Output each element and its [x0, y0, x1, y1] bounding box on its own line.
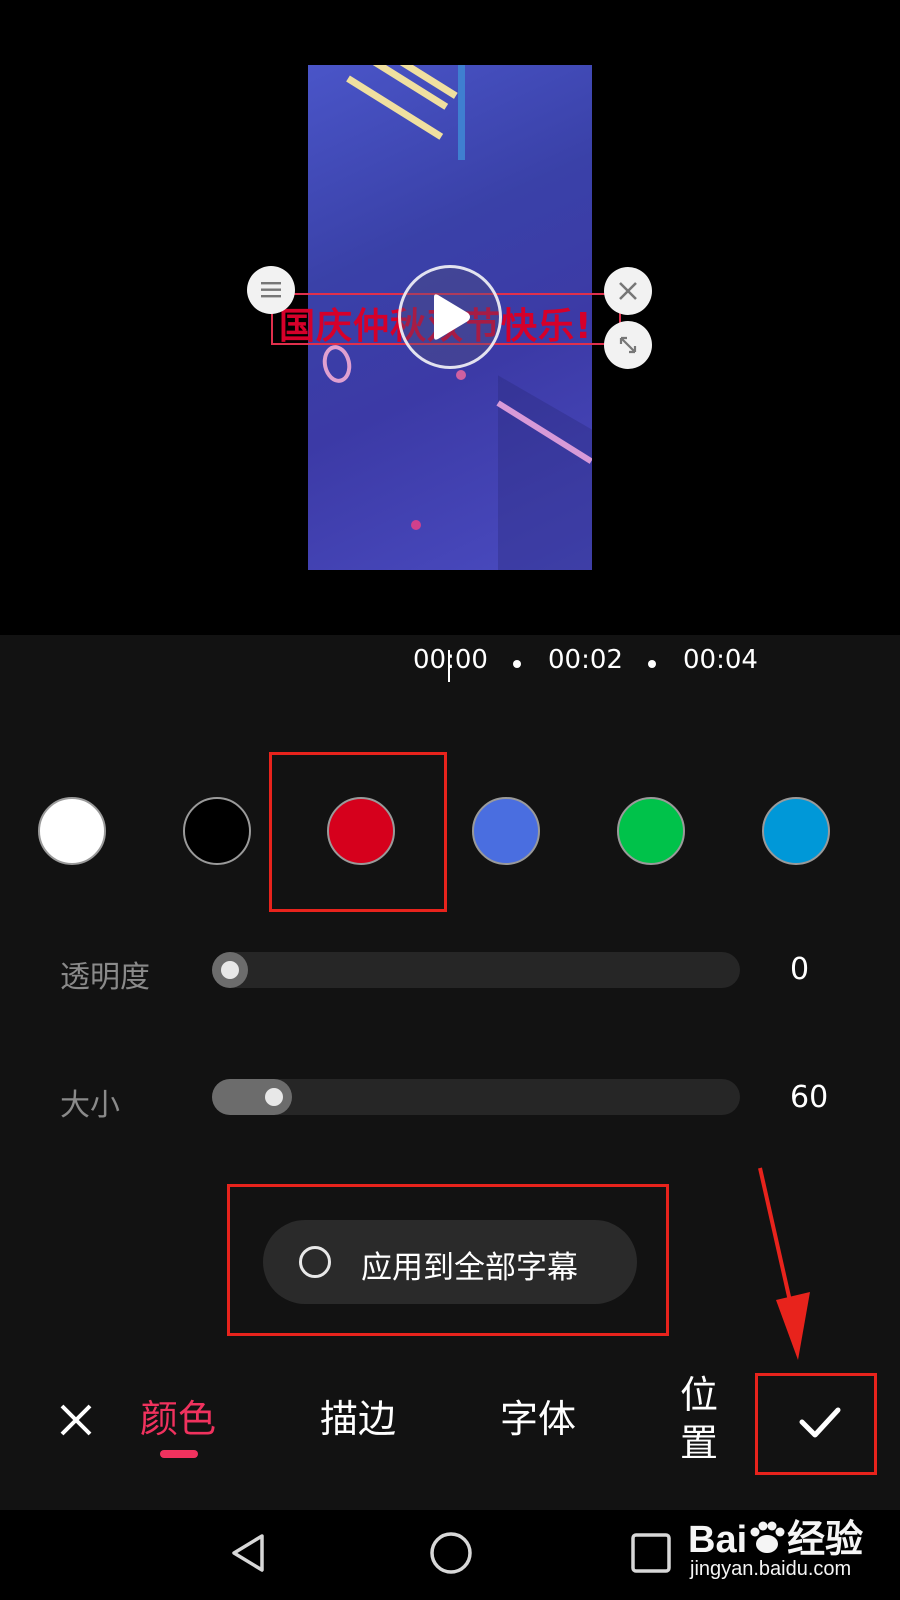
timeline-dot	[648, 660, 656, 668]
tab-position-line: 置	[680, 1421, 719, 1465]
recents-square-icon	[631, 1533, 671, 1573]
paw-icon	[750, 1521, 785, 1553]
size-slider[interactable]	[212, 1079, 740, 1115]
color-swatch-white[interactable]	[38, 797, 106, 865]
active-tab-indicator	[160, 1450, 198, 1458]
annotation-highlight-apply-all	[227, 1184, 669, 1336]
opacity-slider[interactable]	[212, 952, 740, 988]
back-button[interactable]	[226, 1530, 272, 1580]
opacity-value: 0	[790, 952, 810, 987]
recents-button[interactable]	[628, 1530, 674, 1580]
color-swatch-blue[interactable]	[472, 797, 540, 865]
play-button[interactable]	[398, 265, 502, 369]
color-swatch-black[interactable]	[183, 797, 251, 865]
tab-color[interactable]: 颜色	[140, 1388, 216, 1443]
video-preview-area: 国庆仲秋双节快乐!	[0, 0, 900, 635]
video-light-dot	[411, 520, 421, 530]
resize-icon	[619, 336, 637, 354]
size-value: 60	[790, 1080, 829, 1115]
tab-position[interactable]: 位 置	[680, 1364, 730, 1465]
timeline-dot	[513, 660, 521, 668]
subtitle-delete-button[interactable]	[604, 267, 652, 315]
back-triangle-icon	[232, 1534, 264, 1572]
timeline-time-mark: 00:04	[683, 645, 758, 675]
timeline-time-current: 00:00	[413, 645, 488, 675]
close-icon	[619, 282, 637, 300]
opacity-label: 透明度	[60, 960, 150, 995]
watermark-url: jingyan.baidu.com	[690, 1558, 852, 1580]
timeline-time-mark: 00:02	[548, 645, 623, 675]
play-icon	[434, 294, 470, 340]
video-stripe	[346, 75, 444, 140]
subtitle-menu-button[interactable]	[247, 266, 295, 314]
color-swatch-green[interactable]	[617, 797, 685, 865]
size-label: 大小	[60, 1088, 120, 1123]
menu-icon	[261, 282, 281, 298]
video-shadow	[498, 375, 592, 570]
close-button[interactable]	[56, 1400, 96, 1440]
subtitle-resize-button[interactable]	[604, 321, 652, 369]
annotation-highlight-confirm	[755, 1373, 877, 1475]
timeline-playhead[interactable]	[448, 650, 450, 682]
close-icon	[60, 1404, 92, 1436]
watermark-brand: Bai 经验	[688, 1519, 864, 1561]
annotation-arrow-icon	[758, 1167, 810, 1360]
size-slider-thumb[interactable]	[265, 1088, 283, 1106]
home-circle-icon	[430, 1532, 472, 1574]
baidu-jingyan-watermark: Bai 经验 jingyan.baidu.com	[688, 1500, 888, 1592]
opacity-slider-thumb[interactable]	[221, 961, 239, 979]
timeline-ruler[interactable]: 00:00 00:02 00:04	[0, 645, 900, 685]
video-blue-line	[458, 65, 465, 160]
tab-position-line: 位	[680, 1373, 719, 1417]
annotation-highlight-red-swatch	[269, 752, 447, 912]
color-swatch-sky-blue[interactable]	[762, 797, 830, 865]
video-light-dot	[456, 370, 466, 380]
home-button[interactable]	[428, 1530, 474, 1580]
tab-stroke[interactable]: 描边	[320, 1388, 396, 1443]
tab-font[interactable]: 字体	[500, 1388, 576, 1443]
